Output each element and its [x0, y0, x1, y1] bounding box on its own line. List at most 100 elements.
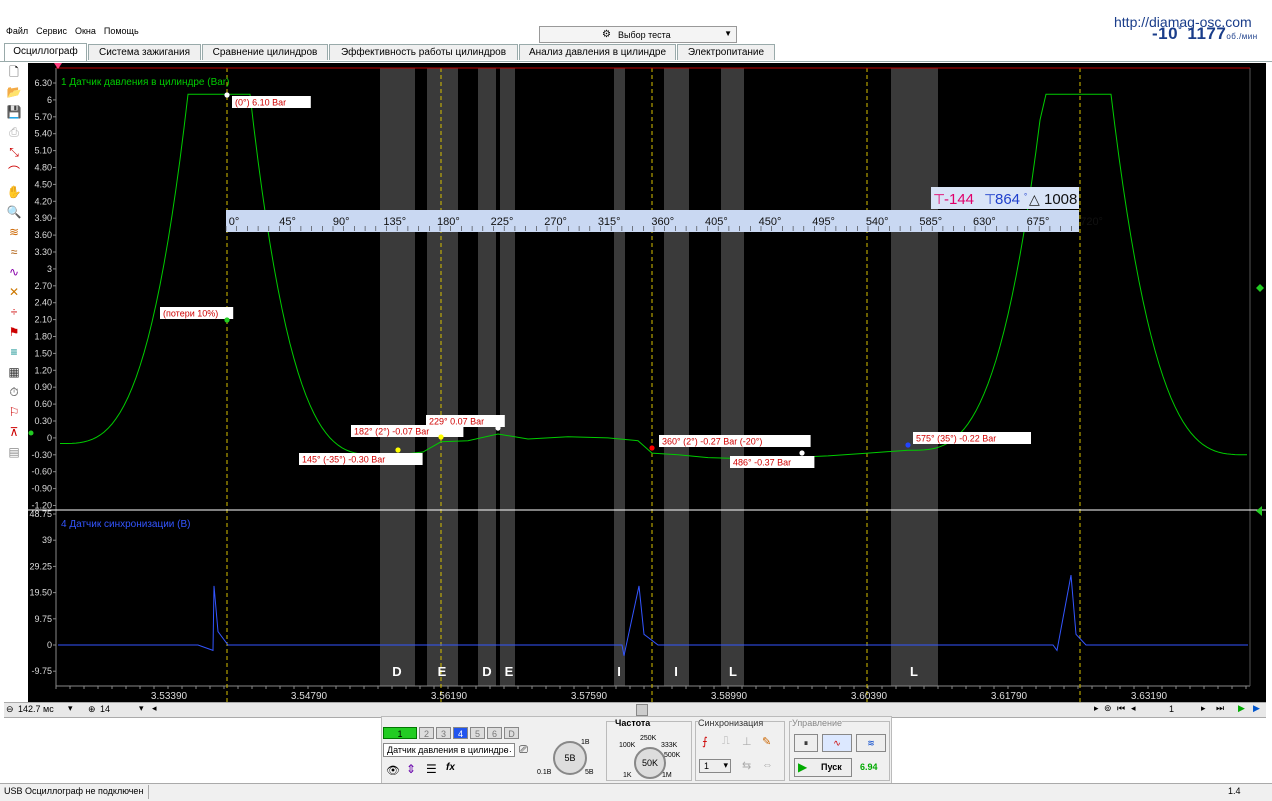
frequency-knob[interactable]: 50K — [634, 747, 666, 779]
fx-icon[interactable]: fx — [446, 762, 455, 773]
sync-channel-select[interactable]: 1 ▾ — [699, 759, 731, 773]
phase-zone — [891, 68, 938, 686]
hand-icon[interactable]: ✋ — [5, 183, 23, 201]
y-tick-label: 0 — [47, 640, 52, 650]
cursor-icon[interactable]: ⤡ — [5, 143, 23, 161]
angle-label: 315° — [598, 216, 621, 228]
tab-pressure-analysis[interactable]: Анализ давления в цилиндре — [519, 44, 676, 60]
cross-icon[interactable]: ✕ — [5, 283, 23, 301]
tab-power[interactable]: Электропитание — [677, 44, 775, 60]
channel-select-label: Датчик давления в цилиндре — [387, 745, 509, 755]
menu-service[interactable]: Сервис — [36, 26, 67, 36]
menu-windows[interactable]: Окна — [75, 26, 96, 36]
flag-icon[interactable]: ⚐ — [5, 403, 23, 421]
version-text: 1.4 — [1228, 786, 1241, 796]
voltage-knob[interactable]: 5В — [553, 741, 587, 775]
channel-button-2[interactable]: 2 — [419, 727, 434, 739]
pause-button[interactable]: ⏸ — [794, 734, 818, 752]
channel-button-1[interactable]: 1 — [383, 727, 417, 739]
wave-icon[interactable]: ≋ — [5, 223, 23, 241]
new-file-icon[interactable]: 🗋 — [5, 63, 23, 81]
test-select[interactable]: ⚙ Выбор теста ▼ — [539, 26, 737, 43]
save-icon[interactable]: 💾 — [5, 103, 23, 121]
probe-icon[interactable]: ⎚ — [519, 744, 528, 757]
next-page-icon[interactable]: ▸ — [1201, 703, 1206, 714]
zoom-in-icon[interactable]: ⊕ — [88, 704, 96, 715]
page-nav-icon[interactable]: ⊚ — [1104, 703, 1112, 714]
cursor2-value: 864 — [995, 191, 1020, 208]
tab-cylinder-efficiency[interactable]: Эффективность работы цилиндров — [329, 44, 518, 60]
x-tick-label: 3.56190 — [431, 691, 468, 702]
x-tick-label: 3.63190 — [1131, 691, 1168, 702]
channel-button-3[interactable]: 3 — [436, 727, 451, 739]
pulse-icon[interactable]: ⊥ — [742, 735, 752, 748]
y-tick-label: 3.60 — [34, 230, 52, 240]
phase-zone — [500, 68, 515, 686]
scroll-left-icon[interactable]: ◂ — [152, 703, 157, 714]
tab-cylinder-compare[interactable]: Сравнение цилиндров — [202, 44, 328, 60]
rpm-readout: -10° 1177об./мин — [1152, 24, 1258, 44]
tab-ignition[interactable]: Система зажигания — [88, 44, 201, 60]
channel1-level-marker — [1256, 284, 1264, 292]
channel-select[interactable]: Датчик давления в цилиндре … — [383, 743, 515, 757]
zoom-icon[interactable]: 🔍 — [5, 203, 23, 221]
cursor-readout: ⊤ -144 ⊤ 864 ° △ 1008 — [931, 187, 1079, 209]
play-icon[interactable]: ▶ — [1238, 703, 1245, 714]
phase-letter: D — [392, 664, 401, 679]
note-icon[interactable]: ▤ — [5, 443, 23, 461]
annotation-label: (потери 10%) — [163, 309, 218, 319]
zoom-out-icon[interactable]: ⊖ — [6, 704, 14, 715]
count-value[interactable]: 14 — [100, 704, 110, 714]
channel-button-4[interactable]: 4 — [453, 727, 468, 739]
count-dropdown-icon[interactable]: ▾ — [139, 703, 144, 714]
prev-page-icon[interactable]: ◂ — [1131, 703, 1136, 714]
falling-edge-icon[interactable]: ⎍ — [722, 735, 730, 748]
channel-button-5[interactable]: 5 — [470, 727, 485, 739]
split-icon[interactable]: ÷ — [5, 303, 23, 321]
sync-lines-icon[interactable]: ⇆ — [742, 759, 751, 772]
updown-icon[interactable]: ⇕ — [406, 762, 416, 776]
channel-button-6[interactable]: 6 — [487, 727, 502, 739]
measure-icon[interactable]: ⌒ — [5, 163, 23, 181]
forward-icon[interactable]: ▶ — [1253, 703, 1260, 714]
layers-icon[interactable]: ≡ — [5, 343, 23, 361]
page-number[interactable]: 1 — [1169, 704, 1174, 714]
phase-zones — [380, 68, 938, 686]
scroll-right-icon[interactable]: ▸ — [1094, 703, 1099, 714]
filter-icon[interactable]: ⚑ — [5, 323, 23, 341]
multi-wave-button[interactable]: ≋ — [856, 734, 886, 752]
marker-icon[interactable]: ⊼ — [5, 423, 23, 441]
first-page-icon[interactable]: ⏮ — [1117, 703, 1125, 714]
scroll-thumb[interactable] — [636, 704, 648, 716]
start-button[interactable]: ▶ Пуск — [794, 758, 852, 777]
channel-button-d[interactable]: D — [504, 727, 519, 739]
freq-label-1m: 1M — [662, 772, 672, 779]
y-tick-label: 2.10 — [34, 315, 52, 325]
tab-oscilloscope[interactable]: Осциллограф — [4, 43, 87, 61]
menu-help[interactable]: Помощь — [104, 26, 139, 36]
play-icon: ▶ — [798, 760, 808, 774]
annotation-marker — [224, 92, 230, 98]
menu-file[interactable]: Файл — [6, 26, 28, 36]
print-icon[interactable]: ⎙ — [5, 123, 23, 141]
signal-icon[interactable]: ∿ — [5, 263, 23, 281]
open-folder-icon[interactable]: 📂 — [5, 83, 23, 101]
sync-arrows-icon[interactable]: ⇔ — [762, 759, 773, 771]
auto-sync-icon[interactable]: ✎ — [762, 735, 771, 748]
phase-zone — [427, 68, 458, 686]
eye-icon[interactable]: 👁 — [386, 764, 400, 777]
timebase-value[interactable]: 142.7 мс — [18, 704, 54, 714]
table-icon[interactable]: ▦ — [5, 363, 23, 381]
sine-mode-button[interactable]: ∿ — [822, 734, 852, 752]
angle-label: 0° — [229, 216, 240, 228]
control-title: Управление — [792, 718, 843, 728]
annotation-marker — [395, 447, 401, 453]
clock-icon[interactable]: ⏱ — [5, 383, 23, 401]
x-tick-label: 3.57590 — [571, 691, 608, 702]
lines-icon[interactable]: ☰ — [426, 762, 437, 776]
timebase-dropdown-icon[interactable]: ▾ — [68, 703, 73, 714]
multiwave-icon[interactable]: ≈ — [5, 243, 23, 261]
last-page-icon[interactable]: ⏭ — [1216, 703, 1224, 714]
oscilloscope-view[interactable]: 0° 45° 90° 135° 180° 225° 270° 315° 360° 405° 450°… — [28, 63, 1266, 711]
rising-edge-icon[interactable]: ⨍ — [702, 735, 708, 748]
